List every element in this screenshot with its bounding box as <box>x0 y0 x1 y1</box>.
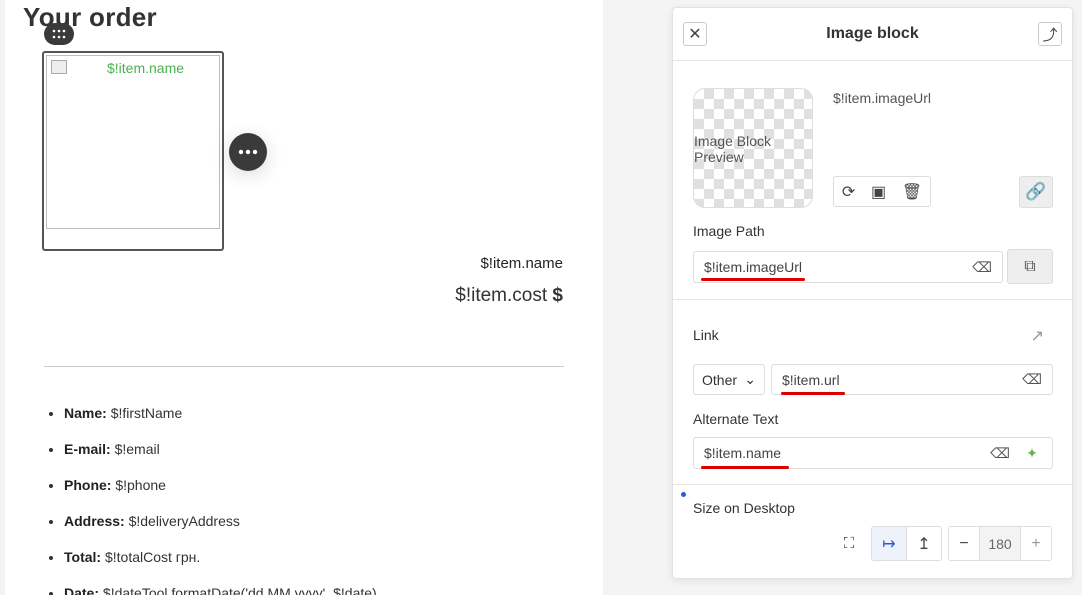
ellipsis-icon <box>238 149 258 155</box>
grip-dots-icon <box>52 29 66 39</box>
section-divider <box>673 484 1072 485</box>
image-block-settings-panel: ✕ Image block ⤴ Image Block Preview $!it… <box>672 7 1073 579</box>
crop-image-icon[interactable]: ▣ <box>871 182 886 202</box>
link-icon[interactable]: 🔗 <box>1019 176 1053 208</box>
trash-icon[interactable]: 🗑 <box>902 182 922 202</box>
red-underline <box>781 392 845 395</box>
info-label: Total: <box>64 549 102 565</box>
external-link-icon[interactable]: ↗ <box>1031 326 1044 346</box>
list-item: Total: $!totalCost грн. <box>64 540 377 576</box>
decrease-size-button[interactable]: − <box>948 526 980 561</box>
alt-text-field[interactable]: $!item.name ⌫ ✦ <box>693 437 1053 469</box>
info-value: $!email <box>114 441 160 457</box>
chevron-down-icon: ⌄ <box>744 371 756 387</box>
replace-image-icon[interactable]: ⟳ <box>842 182 855 202</box>
image-placeholder: $!item.name <box>46 55 220 229</box>
broken-image-icon <box>51 60 67 74</box>
info-value: $!totalCost грн. <box>104 549 201 565</box>
clear-input-icon[interactable]: ⌫ <box>1020 371 1044 388</box>
info-label: Phone: <box>64 477 112 493</box>
order-title: Your order <box>23 2 157 32</box>
info-value: $!phone <box>115 477 166 493</box>
info-label: Name: <box>64 405 107 421</box>
link-url-value[interactable]: $!item.url <box>772 372 1020 388</box>
list-item: Name: $!firstName <box>64 396 377 432</box>
fit-height-icon[interactable]: ↥ <box>907 526 942 561</box>
image-url-text: $!item.imageUrl <box>833 90 932 106</box>
image-path-label: Image Path <box>693 223 765 239</box>
info-label: E-mail: <box>64 441 111 457</box>
info-label: Address: <box>64 513 125 529</box>
info-label: Date: <box>64 585 100 595</box>
status-dot <box>681 492 686 497</box>
drag-handle-icon[interactable] <box>44 23 74 45</box>
magic-wand-icon[interactable]: ✦ <box>1020 445 1044 462</box>
link-url-field[interactable]: $!item.url ⌫ <box>771 364 1053 395</box>
link-label: Link <box>693 327 719 343</box>
list-item: E-mail: $!email <box>64 432 377 468</box>
currency-symbol: $ <box>552 285 563 306</box>
image-preview: Image Block Preview <box>693 88 813 208</box>
list-item: Date: $!dateTool.formatDate('dd.MM.yyyy'… <box>64 576 377 595</box>
list-item: Phone: $!phone <box>64 468 377 504</box>
clear-input-icon[interactable]: ⌫ <box>988 445 1012 462</box>
selected-image-block[interactable]: $!item.name <box>42 51 224 251</box>
item-cost-value: $!item.cost <box>455 285 548 306</box>
copy-icon[interactable]: ⧉ <box>1007 249 1053 284</box>
size-desktop-label: Size on Desktop <box>693 500 795 516</box>
info-value: $!dateTool.formatDate('dd.MM.yyyy', $!da… <box>102 585 377 595</box>
panel-header: ✕ Image block ⤴ <box>673 8 1072 61</box>
red-underline <box>701 278 805 281</box>
section-divider <box>673 299 1072 300</box>
size-controls: ⛶ ↦ ↥ − 180 + <box>827 526 1052 561</box>
info-value: $!deliveryAddress <box>128 513 240 529</box>
email-canvas: Your order $!item.name $!item.name $!ite… <box>5 0 603 595</box>
red-underline <box>701 466 789 469</box>
image-tools: ⟳ ▣ 🗑 <box>833 176 931 207</box>
alt-text-value[interactable]: $!item.name <box>694 445 988 461</box>
order-info-list: Name: $!firstName E-mail: $!email Phone:… <box>45 396 377 595</box>
link-type-select[interactable]: Other ⌄ <box>693 364 765 395</box>
info-value: $!firstName <box>110 405 183 421</box>
alt-text-label: Alternate Text <box>693 411 779 427</box>
divider <box>44 366 564 367</box>
list-item: Address: $!deliveryAddress <box>64 504 377 540</box>
more-options-button[interactable] <box>229 133 267 171</box>
image-path-value[interactable]: $!item.imageUrl <box>694 259 970 275</box>
image-alt-text: $!item.name <box>107 60 185 76</box>
panel-title: Image block <box>826 25 919 42</box>
auto-size-icon[interactable]: ⛶ <box>827 526 871 561</box>
clear-input-icon[interactable]: ⌫ <box>970 259 994 276</box>
link-type-value: Other <box>702 371 738 388</box>
item-name-text: $!item.name <box>480 255 563 272</box>
increase-size-button[interactable]: + <box>1020 526 1052 561</box>
preview-alt-text: Image Block Preview <box>694 133 772 165</box>
item-cost-text: $!item.cost $ <box>455 285 563 307</box>
fit-width-icon[interactable]: ↦ <box>871 526 907 561</box>
size-value-input[interactable]: 180 <box>980 526 1020 561</box>
collapse-panel-icon[interactable]: ⤴ <box>1038 22 1062 46</box>
